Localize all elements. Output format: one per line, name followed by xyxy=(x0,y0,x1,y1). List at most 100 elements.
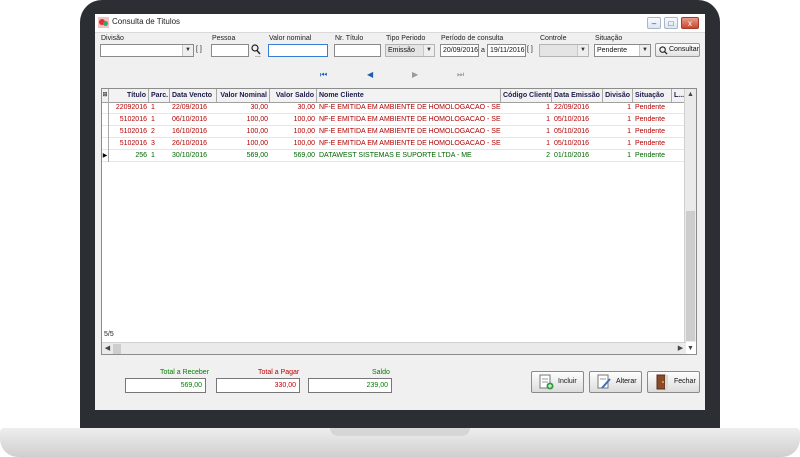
controle-select[interactable]: ▼ xyxy=(539,44,589,57)
maximize-button[interactable]: □ xyxy=(664,17,678,29)
col-nome-cliente-cell: NF-E EMITIDA EM AMBIENTE DE HOMOLOGACAO … xyxy=(319,128,501,135)
col-titulo-header[interactable]: Título xyxy=(109,89,149,102)
scroll-up-icon[interactable]: ▲ xyxy=(685,90,696,100)
alterar-label: Alterar xyxy=(616,378,637,385)
col-data-vencto-header[interactable]: Data Vencto xyxy=(170,89,217,102)
total-pagar-label: Total a Pagar xyxy=(258,369,300,376)
table-row[interactable]: 22092016 1 22/09/2016 30,00 30,00 NF-E EMITID… xyxy=(102,102,686,114)
consultar-button[interactable]: Consultar xyxy=(655,43,700,57)
col-valor-saldo-cell: 30,00 xyxy=(297,104,315,111)
controle-label: Controle xyxy=(540,35,567,42)
col-nome-cliente-cell: NF-E EMITIDA EM AMBIENTE DE HOMOLOGACAO … xyxy=(319,140,501,147)
col-data-vencto-cell: 16/10/2016 xyxy=(172,128,208,135)
titles-grid[interactable]: ⊞ Título Parc. Data Vencto Valor Nominal Val… xyxy=(101,88,697,355)
scroll-right-icon[interactable]: ▶ xyxy=(675,344,686,354)
nr-titulo-input[interactable] xyxy=(334,44,381,57)
total-pagar-value: 330,00 xyxy=(216,378,300,393)
col-valor-saldo-cell: 569,00 xyxy=(293,152,315,159)
date-to-value: 19/11/2016 xyxy=(490,47,525,54)
table-row[interactable]: ▶ 256 1 30/10/2016 569,00 569,00 DATAWEST SIST… xyxy=(102,150,686,162)
col-valor-nominal-cell: 569,00 xyxy=(246,152,268,159)
col-parc-cell: 1 xyxy=(151,116,155,123)
chevron-down-icon: ▼ xyxy=(577,45,588,56)
total-receber-label: Total a Receber xyxy=(160,369,210,376)
consultar-label: Consultar xyxy=(669,46,699,53)
date-to-input[interactable]: 19/11/2016 xyxy=(487,44,526,57)
pessoa-input[interactable] xyxy=(211,44,249,57)
first-record-icon[interactable]: ⏮ xyxy=(320,70,327,80)
col-parc-cell: 1 xyxy=(151,152,155,159)
incluir-label: Incluir xyxy=(558,378,577,385)
situacao-value: Pendente xyxy=(597,47,627,54)
scroll-down-icon[interactable]: ▼ xyxy=(685,344,696,354)
col-codigo-cliente-cell: 2 xyxy=(546,152,550,159)
vertical-scroll-thumb[interactable] xyxy=(686,211,695,341)
horizontal-scroll-thumb[interactable] xyxy=(113,344,121,354)
close-button[interactable]: x xyxy=(681,17,699,29)
saldo-label: Saldo xyxy=(372,369,390,376)
pessoa-more-button[interactable]: ... xyxy=(255,52,261,59)
tipo-periodo-value: Emissão xyxy=(388,47,415,54)
col-parc-header[interactable]: Parc. xyxy=(149,89,170,102)
col-data-vencto-cell: 26/10/2016 xyxy=(172,140,208,147)
col-data-emissao-header[interactable]: Data Emissão xyxy=(552,89,603,102)
app-window: Consulta de Titulos – □ x Divisão ▼ [ ] … xyxy=(95,14,705,410)
periodo-label: Período de consulta xyxy=(441,35,504,42)
col-valor-saldo-cell: 100,00 xyxy=(293,116,315,123)
col-codigo-cliente-header[interactable]: Código Cliente xyxy=(501,89,552,102)
divisao-select[interactable]: ▼ xyxy=(100,44,194,57)
minimize-button[interactable]: – xyxy=(647,17,661,29)
col-titulo-cell: 5102016 xyxy=(119,140,147,147)
situacao-select[interactable]: Pendente ▼ xyxy=(594,44,651,57)
add-document-icon xyxy=(539,374,554,390)
date-from-value: 20/09/2016 xyxy=(443,47,479,54)
saldo-value: 239,00 xyxy=(308,378,392,393)
col-parc-cell: 3 xyxy=(151,140,155,147)
col-data-emissao-cell: 01/10/2016 xyxy=(554,152,590,159)
date-separator: a xyxy=(481,47,485,54)
edit-document-icon xyxy=(597,374,611,389)
col-divisao-header[interactable]: Divisão xyxy=(603,89,633,102)
tipo-periodo-select[interactable]: Emissão ▼ xyxy=(385,44,435,57)
fechar-button[interactable]: Fechar xyxy=(647,371,700,393)
fechar-label: Fechar xyxy=(674,378,696,385)
valor-nominal-input[interactable] xyxy=(268,44,328,57)
nr-titulo-label: Nr. Título xyxy=(335,35,364,42)
col-situacao-cell: Pendente xyxy=(635,116,665,123)
col-situacao-header[interactable]: Situação xyxy=(633,89,672,102)
alterar-button[interactable]: Alterar xyxy=(589,371,642,393)
col-titulo-cell: 5102016 xyxy=(119,116,147,123)
col-situacao-cell: Pendente xyxy=(635,104,665,111)
col-titulo-cell: 22092016 xyxy=(115,104,147,111)
col-divisao-cell: 1 xyxy=(627,104,631,111)
col-titulo-cell: 5102016 xyxy=(119,128,147,135)
row-indicator: ▶ xyxy=(102,150,109,162)
col-valor-nominal-header[interactable]: Valor Nominal xyxy=(217,89,270,102)
vertical-scrollbar[interactable]: ▲ ▼ xyxy=(684,89,696,352)
horizontal-scrollbar[interactable]: 5/5 ◀ ▶ xyxy=(102,331,686,354)
col-valor-nominal-cell: 100,00 xyxy=(246,116,268,123)
col-nome-cliente-header[interactable]: Nome Cliente xyxy=(317,89,501,102)
grid-options-icon[interactable]: ⊞ xyxy=(102,89,109,102)
col-titulo-cell: 256 xyxy=(135,152,147,159)
divisao-bracket-button[interactable]: [ ] xyxy=(196,46,202,53)
last-record-icon[interactable]: ⏭ xyxy=(457,70,464,80)
date-from-input[interactable]: 20/09/2016 xyxy=(440,44,479,57)
table-row[interactable]: 5102016 2 16/10/2016 100,00 100,00 NF-E EMITI… xyxy=(102,126,686,138)
row-indicator xyxy=(102,126,109,138)
col-valor-saldo-header[interactable]: Valor Saldo xyxy=(270,89,317,102)
col-parc-cell: 1 xyxy=(151,104,155,111)
table-row[interactable]: 5102016 3 26/10/2016 100,00 100,00 NF-E EMITI… xyxy=(102,138,686,150)
col-nome-cliente-cell: DATAWEST SISTEMAS E SUPORTE LTDA - ME xyxy=(319,152,472,159)
chevron-down-icon: ▼ xyxy=(423,45,434,56)
col-nome-cliente-cell: NF-E EMITIDA EM AMBIENTE DE HOMOLOGACAO … xyxy=(319,104,501,111)
table-row[interactable]: 5102016 1 06/10/2016 100,00 100,00 NF-E EMITI… xyxy=(102,114,686,126)
chevron-down-icon: ▼ xyxy=(639,45,650,56)
periodo-bracket-button[interactable]: [ ] xyxy=(527,46,533,53)
prev-record-icon[interactable]: ◀ xyxy=(367,70,373,79)
app-icon xyxy=(98,17,109,28)
incluir-button[interactable]: Incluir xyxy=(531,371,584,393)
next-record-icon[interactable]: ▶ xyxy=(412,70,418,79)
scroll-left-icon[interactable]: ◀ xyxy=(102,344,113,354)
col-data-emissao-cell: 22/09/2016 xyxy=(554,104,590,111)
